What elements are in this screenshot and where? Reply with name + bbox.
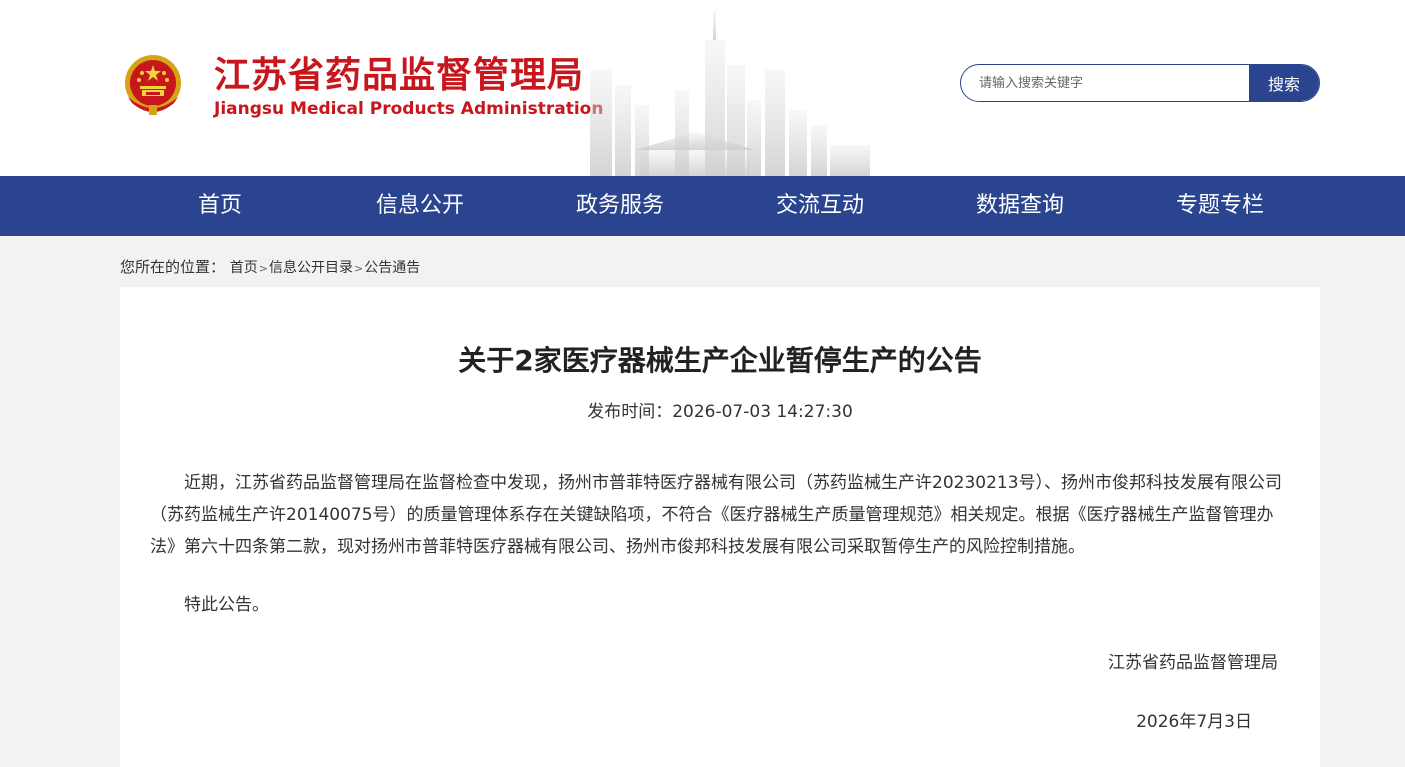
- main-nav: 首页 信息公开 政务服务 交流互动 数据查询 专题专栏: [0, 176, 1405, 236]
- search-box: 搜索: [960, 64, 1320, 102]
- org-name-cn: 江苏省药品监督管理局: [214, 55, 585, 96]
- nav-item-interaction[interactable]: 交流互动: [720, 176, 920, 236]
- nav-item-government-services[interactable]: 政务服务: [520, 176, 720, 236]
- nav-item-special-topics[interactable]: 专题专栏: [1120, 176, 1320, 236]
- publish-time: 发布时间：2026-07-03 14:27:30: [120, 400, 1320, 424]
- breadcrumb-link-announcements[interactable]: 公告通告: [364, 260, 420, 276]
- search-button[interactable]: 搜索: [1249, 65, 1319, 101]
- breadcrumb: 您所在的位置： 首页>信息公开目录>公告通告: [120, 256, 420, 278]
- breadcrumb-link-home[interactable]: 首页: [230, 260, 258, 276]
- article-body: 近期，江苏省药品监督管理局在监督检查中发现，扬州市普菲特医疗器械有限公司（苏药监…: [150, 467, 1290, 621]
- publish-time-label: 发布时间：: [587, 402, 673, 422]
- article-paragraph: 近期，江苏省药品监督管理局在监督检查中发现，扬州市普菲特医疗器械有限公司（苏药监…: [150, 473, 1283, 557]
- breadcrumb-separator: >: [258, 262, 269, 275]
- national-emblem-icon: [125, 55, 181, 115]
- breadcrumb-separator: >: [354, 262, 364, 275]
- article-signer: 江苏省药品监督管理局: [1108, 653, 1278, 673]
- site-header: 江苏省药品监督管理局 Jiangsu Medical Products Admi…: [0, 0, 1405, 176]
- nav-item-data-query[interactable]: 数据查询: [920, 176, 1120, 236]
- nav-item-info-disclosure[interactable]: 信息公开: [320, 176, 520, 236]
- breadcrumb-prefix: 您所在的位置：: [120, 258, 226, 276]
- article-card: 关于2家医疗器械生产企业暂停生产的公告 发布时间：2026-07-03 14:2…: [120, 287, 1320, 767]
- city-skyline-illustration: [590, 10, 870, 176]
- org-name-en: Jiangsu Medical Products Administration: [214, 99, 604, 119]
- breadcrumb-link-info-catalog[interactable]: 信息公开目录: [269, 260, 353, 276]
- publish-time-value: 2026-07-03 14:27:30: [672, 402, 853, 422]
- search-input[interactable]: [961, 65, 1249, 101]
- article-title: 关于2家医疗器械生产企业暂停生产的公告: [458, 344, 982, 377]
- article-paragraph: 特此公告。: [184, 595, 269, 615]
- nav-item-home[interactable]: 首页: [120, 176, 320, 236]
- article-sign-date: 2026年7月3日: [1136, 712, 1252, 732]
